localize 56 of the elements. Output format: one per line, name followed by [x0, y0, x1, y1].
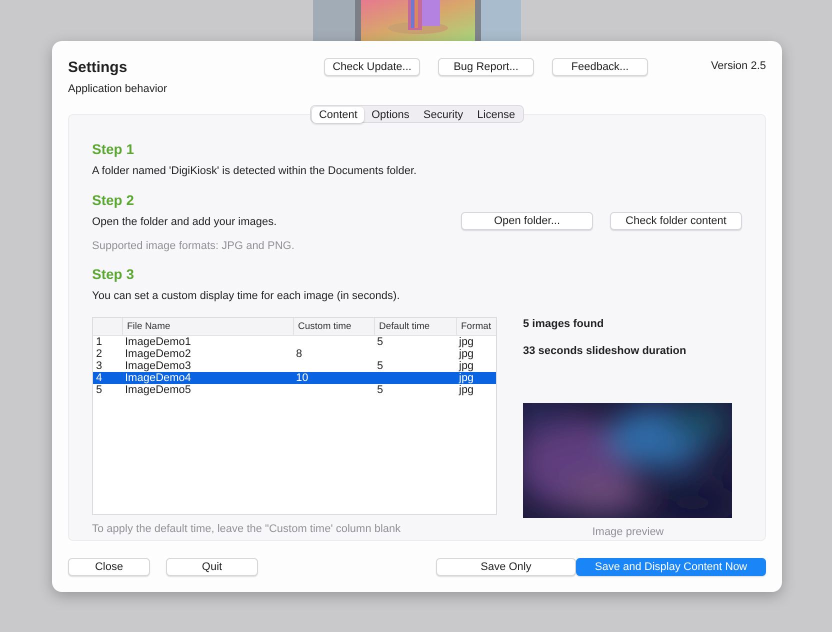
window-subtitle: Application behavior — [68, 83, 168, 95]
tab[interactable]: Content — [312, 107, 364, 123]
tab[interactable]: License — [470, 107, 522, 123]
table-cell-text: jpg — [458, 372, 475, 384]
footer-button[interactable]: Save Only — [436, 558, 576, 576]
row-number: 2 — [95, 348, 104, 360]
column-header: Custom time — [293, 318, 374, 335]
footer-button[interactable]: Close — [68, 558, 150, 576]
column-header: File Name — [122, 318, 293, 335]
folder-button[interactable]: Open folder... — [461, 212, 593, 230]
table-cell-text: 5 — [376, 384, 384, 396]
summary-text: 33 seconds slideshow duration — [523, 345, 688, 357]
table-row[interactable]: 2 ImageDemo2 8 jpg — [93, 348, 496, 360]
primary-button[interactable]: Save and Display Content Now — [576, 558, 766, 576]
table-cell-text: ImageDemo1 — [124, 336, 192, 348]
tab[interactable]: Options — [364, 107, 416, 123]
formats-note: Supported image formats: JPG and PNG. — [92, 240, 296, 252]
table-cell-text: 8 — [295, 348, 304, 360]
row-number: 3 — [95, 360, 104, 372]
column-header: Format — [456, 318, 496, 335]
step-text: A folder named 'DigiKiosk' is detected within the Documents folder. — [92, 164, 418, 178]
summary-text: 5 images found — [523, 318, 605, 330]
folder-button[interactable]: Check folder content — [610, 212, 742, 230]
step-heading: Step 3 — [92, 266, 136, 283]
row-number: 5 — [95, 384, 104, 396]
step-heading: Step 2 — [92, 192, 136, 209]
table-row[interactable]: 3 ImageDemo3 5 jpg — [93, 360, 496, 372]
tab[interactable]: Security — [416, 107, 470, 123]
table-cell-text: 5 — [376, 360, 384, 372]
table-cell-text: jpg — [458, 384, 475, 396]
step-heading: Step 1 — [92, 141, 136, 158]
table-cell-text: ImageDemo4 — [124, 372, 192, 384]
column-header: Default time — [374, 318, 456, 335]
table-cell-text: ImageDemo5 — [124, 384, 192, 396]
window-title: Settings — [68, 59, 128, 77]
row-number: 1 — [95, 336, 104, 348]
table-cell-text: ImageDemo2 — [124, 348, 192, 360]
preview-caption: Image preview — [591, 526, 665, 538]
table-row[interactable]: 1 ImageDemo1 5 jpg — [93, 336, 496, 348]
header-button[interactable]: Check Update... — [324, 58, 420, 76]
table-cell-text: jpg — [458, 336, 475, 348]
step-text: You can set a custom display time for each image (in seconds). — [92, 289, 401, 303]
table-cell-text: jpg — [458, 360, 475, 372]
table-hint: To apply the default time, leave the "Custom time' column blank — [92, 523, 402, 535]
header-button[interactable]: Bug Report... — [438, 58, 534, 76]
table-cell-text: jpg — [458, 348, 475, 360]
table-row[interactable]: 5 ImageDemo5 5 jpg — [93, 384, 496, 396]
row-number: 4 — [95, 372, 104, 384]
footer-button[interactable]: Quit — [166, 558, 258, 576]
table-cell-text: 5 — [376, 336, 384, 348]
version-label: Version 2.5 — [710, 60, 766, 72]
table-row[interactable]: 4 ImageDemo4 10 jpg — [93, 372, 496, 384]
table-cell-text: ImageDemo3 — [124, 360, 192, 372]
step-text: Open the folder and add your images. — [92, 215, 277, 229]
header-button[interactable]: Feedback... — [552, 58, 648, 76]
table-cell-text: 10 — [295, 372, 310, 384]
